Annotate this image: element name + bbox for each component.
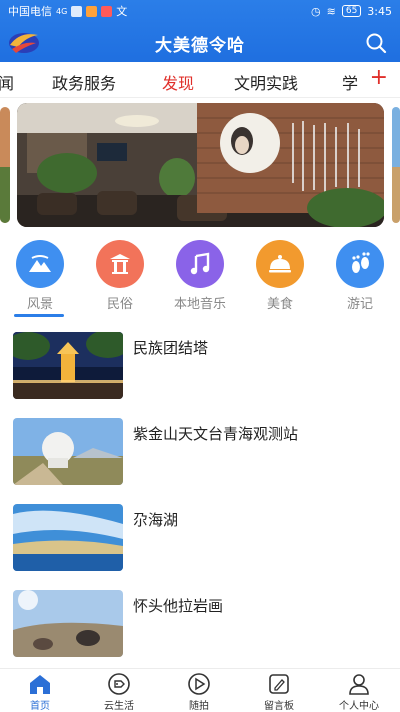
tab-news[interactable]: 闻	[0, 70, 14, 94]
article-thumbnail	[13, 418, 123, 485]
nav-label: 个人中心	[339, 701, 379, 712]
list-item[interactable]: 紫金山天文台青海观测站	[0, 418, 400, 498]
alarm-icon: ◷	[311, 4, 321, 18]
tab-civilization-practice[interactable]: 文明实践	[234, 70, 298, 94]
nav-cloud-life[interactable]: 云生活	[89, 672, 149, 712]
nav-label: 云生活	[104, 701, 134, 712]
article-title: 民族团结塔	[133, 339, 209, 357]
banner-carousel[interactable]	[0, 101, 400, 229]
tab-discover[interactable]: 发现	[162, 70, 194, 94]
list-item[interactable]: 怀头他拉岩画	[0, 590, 400, 670]
notification-icon	[71, 5, 83, 17]
nav-label: 随拍	[189, 701, 209, 712]
list-item[interactable]: 尕海湖	[0, 504, 400, 584]
article-thumbnail	[13, 332, 123, 399]
footprint-icon	[336, 240, 384, 288]
status-extra-label: 文	[116, 5, 128, 18]
nav-label: 留言板	[264, 701, 294, 712]
category-label: 风景	[26, 297, 53, 312]
list-item[interactable]: 民族团结塔	[0, 332, 400, 412]
tab-study[interactable]: 学	[342, 70, 358, 94]
food-cover-icon	[256, 240, 304, 288]
article-title: 怀头他拉岩画	[133, 597, 224, 615]
article-thumbnail	[13, 590, 123, 657]
nav-profile[interactable]: 个人中心	[329, 672, 389, 712]
category-scenery[interactable]: 风景	[10, 240, 70, 312]
home-icon	[30, 675, 50, 694]
bottom-nav: 首页 云生活 随拍 留言板 个人中心	[0, 668, 400, 712]
article-title: 紫金山天文台青海观测站	[133, 425, 299, 443]
network-label: 4G	[56, 6, 68, 16]
gate-icon	[96, 240, 144, 288]
notification-icon	[101, 5, 113, 17]
person-icon	[349, 674, 369, 695]
tag-icon	[108, 673, 130, 695]
category-label: 游记	[346, 297, 373, 312]
app-header: 大美德令哈	[0, 22, 400, 62]
article-title: 尕海湖	[133, 511, 179, 529]
banner-prev-preview	[0, 107, 10, 223]
app-title: 大美德令哈	[155, 36, 245, 56]
article-thumbnail	[13, 504, 123, 571]
category-active-indicator	[14, 314, 64, 317]
banner-image[interactable]	[17, 103, 384, 227]
nav-message-board[interactable]: 留言板	[249, 672, 309, 712]
add-channel-button[interactable]: +	[370, 67, 388, 89]
category-row: 风景 民俗 本地音乐 美食 游记	[0, 240, 400, 320]
clock-label: 3:45	[367, 4, 392, 18]
category-label: 本地音乐	[173, 297, 226, 312]
nav-home[interactable]: 首页	[10, 672, 70, 712]
category-label: 美食	[266, 297, 293, 312]
status-bar: 中国电信 4G 文 ◷ ≋ 65 3:45	[0, 0, 400, 22]
notification-icon	[86, 5, 98, 17]
channel-tabs: 闻 政务服务 发现 文明实践 学 +	[0, 62, 400, 98]
category-travelogue[interactable]: 游记	[330, 240, 390, 312]
category-folk-custom[interactable]: 民俗	[90, 240, 150, 312]
category-food[interactable]: 美食	[250, 240, 310, 312]
play-icon	[188, 673, 210, 695]
nav-snapshot[interactable]: 随拍	[169, 672, 229, 712]
tab-government-services[interactable]: 政务服务	[52, 70, 116, 94]
battery-indicator: 65	[341, 5, 362, 17]
carrier-label: 中国电信	[8, 5, 52, 18]
category-local-music[interactable]: 本地音乐	[170, 240, 230, 312]
search-icon[interactable]	[364, 31, 388, 55]
nav-label: 首页	[30, 701, 50, 712]
edit-icon	[269, 674, 289, 694]
wifi-icon: ≋	[326, 4, 336, 18]
mountain-icon	[16, 240, 64, 288]
banner-next-preview	[392, 107, 400, 223]
category-label: 民俗	[106, 297, 133, 312]
music-note-icon	[176, 240, 224, 288]
